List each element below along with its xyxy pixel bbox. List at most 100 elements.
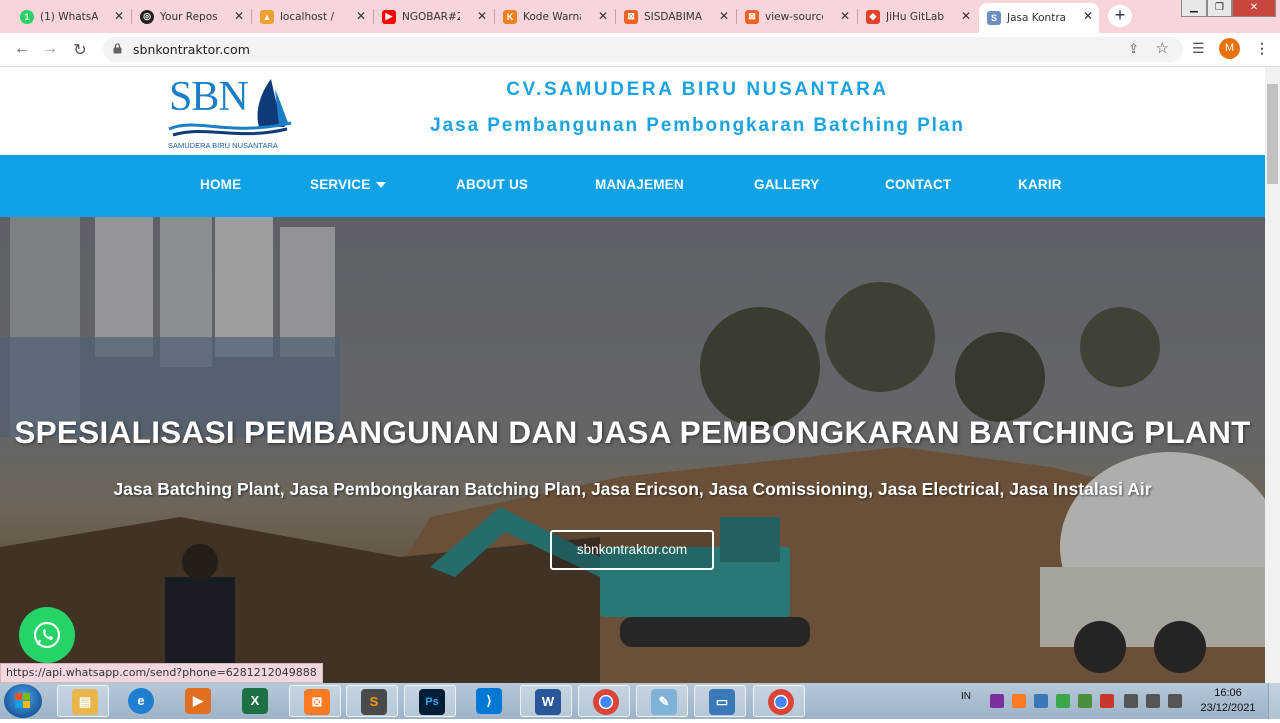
taskbar-media-player[interactable]: ▶ bbox=[171, 685, 223, 717]
hero-banner: SPESIALISASI PEMBANGUNAN DAN JASA PEMBON… bbox=[0, 217, 1265, 683]
profile-avatar[interactable]: M bbox=[1219, 38, 1240, 59]
close-tab-icon[interactable]: ✕ bbox=[234, 9, 244, 23]
tab-view-source[interactable]: ⊠ view-source ✕ bbox=[737, 3, 856, 30]
reading-list-icon[interactable]: ☰ bbox=[1192, 40, 1205, 57]
taskbar-excel[interactable]: X bbox=[228, 685, 280, 717]
system-clock[interactable]: 16:06 23/12/2021 bbox=[1198, 686, 1258, 716]
tab-kode-warna[interactable]: K Kode Warna ✕ bbox=[495, 3, 614, 30]
tab-title: localhost / 127 bbox=[280, 10, 338, 23]
windows-taskbar: ▤ e ▶ X ⊠ S Ps ⟩ W ✎ ▭ IN 16:06 23/12/20… bbox=[0, 683, 1280, 719]
tab-github[interactable]: ◎ Your Repositories ✕ bbox=[132, 3, 250, 30]
taskbar-file-explorer[interactable]: ▤ bbox=[57, 685, 109, 717]
whatsapp-chat-button[interactable] bbox=[19, 607, 75, 663]
company-name: CV.SAMUDERA BIRU NUSANTARA bbox=[506, 79, 889, 100]
windows-logo-icon bbox=[15, 693, 30, 708]
site-header: SBN SAMUDERA BIRU NUSANTARA CV.SAMUDERA … bbox=[0, 67, 1265, 155]
close-tab-icon[interactable]: ✕ bbox=[598, 9, 608, 23]
hero-website-button[interactable]: sbnkontraktor.com bbox=[550, 530, 714, 570]
nav-gallery[interactable]: GALLERY bbox=[754, 177, 819, 192]
tab-youtube[interactable]: ▶ NGOBAR#2 ✕ bbox=[374, 3, 493, 30]
address-bar[interactable]: sbnkontraktor.com ⇪ ☆ bbox=[103, 37, 1183, 62]
restore-window-button[interactable]: ❐ bbox=[1207, 0, 1232, 17]
link-status-url: https://api.whatsapp.com/send?phone=6281… bbox=[0, 663, 323, 683]
language-indicator[interactable]: IN bbox=[961, 691, 971, 702]
kode-warna-favicon-icon: K bbox=[503, 9, 517, 24]
hero-subtitle: Jasa Batching Plant, Jasa Pembongkaran B… bbox=[113, 479, 1152, 499]
share-icon[interactable]: ⇪ bbox=[1128, 41, 1139, 57]
word-icon: W bbox=[535, 689, 561, 715]
lock-icon bbox=[113, 43, 122, 54]
taskbar-xampp[interactable]: ⊠ bbox=[289, 685, 341, 717]
whatsapp-favicon-icon: 1 bbox=[20, 9, 34, 24]
close-tab-icon[interactable]: ✕ bbox=[719, 9, 729, 23]
tab-title: view-source bbox=[765, 10, 823, 23]
tab-jihu-gitlab[interactable]: ◆ JiHu GitLab ✕ bbox=[858, 3, 977, 30]
sbn-logo[interactable]: SBN SAMUDERA BIRU NUSANTARA bbox=[165, 73, 295, 153]
power-icon[interactable] bbox=[1168, 694, 1182, 708]
tab-title: NGOBAR#2 bbox=[402, 10, 460, 23]
network-tray-icon[interactable] bbox=[1034, 694, 1048, 708]
xampp-favicon-icon: ⊠ bbox=[624, 9, 638, 24]
taskbar-internet-explorer[interactable]: e bbox=[114, 685, 166, 717]
tab-title: JiHu GitLab bbox=[886, 10, 944, 23]
nav-home[interactable]: HOME bbox=[200, 177, 241, 192]
chrome-menu-icon[interactable]: ⋮ bbox=[1255, 40, 1269, 57]
taskbar-notes[interactable]: ✎ bbox=[636, 685, 688, 717]
nav-manajemen[interactable]: MANAJEMEN bbox=[595, 177, 684, 192]
show-desktop-button[interactable] bbox=[1268, 683, 1280, 719]
youtube-favicon-icon: ▶ bbox=[382, 9, 396, 24]
taskbar-remote-desktop[interactable]: ▭ bbox=[694, 685, 746, 717]
taskbar-photoshop[interactable]: Ps bbox=[404, 685, 456, 717]
xampp-tray-icon[interactable] bbox=[1012, 694, 1026, 708]
sublime-text-icon: S bbox=[361, 689, 387, 715]
reload-icon[interactable]: ↻ bbox=[70, 40, 90, 60]
excel-icon: X bbox=[242, 688, 268, 714]
website-viewport: SBN SAMUDERA BIRU NUSANTARA CV.SAMUDERA … bbox=[0, 67, 1265, 683]
onenote-tray-icon[interactable] bbox=[990, 694, 1004, 708]
start-button[interactable] bbox=[4, 684, 42, 718]
volume-icon[interactable] bbox=[1124, 694, 1138, 708]
tab-title: (1) WhatsApp bbox=[40, 10, 98, 23]
security-tray-icon[interactable] bbox=[1078, 694, 1092, 708]
nav-service-label: SERVICE bbox=[310, 177, 371, 192]
tab-whatsapp[interactable]: 1 (1) WhatsApp ✕ bbox=[12, 3, 130, 30]
page-scrollbar[interactable] bbox=[1265, 67, 1280, 683]
tab-sisdabima[interactable]: ⊠ SISDABIMA ✕ bbox=[616, 3, 735, 30]
taskbar-chrome[interactable] bbox=[578, 685, 630, 717]
minimize-window-button[interactable]: ▁ bbox=[1181, 0, 1207, 17]
close-tab-icon[interactable]: ✕ bbox=[840, 9, 850, 23]
taskbar-chrome-profile[interactable] bbox=[753, 685, 805, 717]
wifi-icon[interactable] bbox=[1056, 694, 1070, 708]
logo-text: SBN bbox=[169, 74, 249, 120]
bookmark-star-icon[interactable]: ☆ bbox=[1156, 39, 1169, 57]
forward-arrow-icon[interactable]: → bbox=[40, 40, 60, 58]
back-arrow-icon[interactable]: ← bbox=[12, 40, 32, 58]
nav-service[interactable]: SERVICE bbox=[310, 177, 387, 192]
url-text: sbnkontraktor.com bbox=[133, 42, 250, 57]
photoshop-icon: Ps bbox=[419, 689, 445, 715]
browser-toolbar: ← → ↻ sbnkontraktor.com ⇪ ☆ ☰ ⋮ bbox=[0, 33, 1280, 67]
close-tab-icon[interactable]: ✕ bbox=[961, 9, 971, 23]
tab-phpmyadmin[interactable]: ▲ localhost / 127 ✕ bbox=[252, 3, 372, 30]
company-tagline: Jasa Pembangunan Pembongkaran Batching P… bbox=[430, 115, 965, 136]
alert-tray-icon[interactable] bbox=[1100, 694, 1114, 708]
clock-date: 23/12/2021 bbox=[1200, 702, 1256, 714]
taskbar-sublime-text[interactable]: S bbox=[346, 685, 398, 717]
taskbar-vs-code[interactable]: ⟩ bbox=[462, 685, 514, 717]
close-tab-icon[interactable]: ✕ bbox=[1083, 9, 1093, 23]
scrollbar-thumb[interactable] bbox=[1267, 84, 1278, 184]
nav-contact[interactable]: CONTACT bbox=[885, 177, 951, 192]
nav-karir[interactable]: KARIR bbox=[1018, 177, 1062, 192]
tab-jasa-kontraktor[interactable]: S Jasa Kontraktor ✕ bbox=[979, 3, 1099, 33]
close-tab-icon[interactable]: ✕ bbox=[114, 9, 124, 23]
taskbar-word[interactable]: W bbox=[520, 685, 572, 717]
chevron-down-icon bbox=[376, 182, 387, 189]
notes-icon: ✎ bbox=[651, 689, 677, 715]
close-window-button[interactable]: ✕ bbox=[1232, 0, 1276, 17]
close-tab-icon[interactable]: ✕ bbox=[356, 9, 366, 23]
new-tab-button[interactable]: + bbox=[1108, 5, 1132, 27]
signal-icon[interactable] bbox=[1146, 694, 1160, 708]
tab-title: SISDABIMA bbox=[644, 10, 702, 23]
close-tab-icon[interactable]: ✕ bbox=[477, 9, 487, 23]
nav-about-us[interactable]: ABOUT US bbox=[456, 177, 528, 192]
